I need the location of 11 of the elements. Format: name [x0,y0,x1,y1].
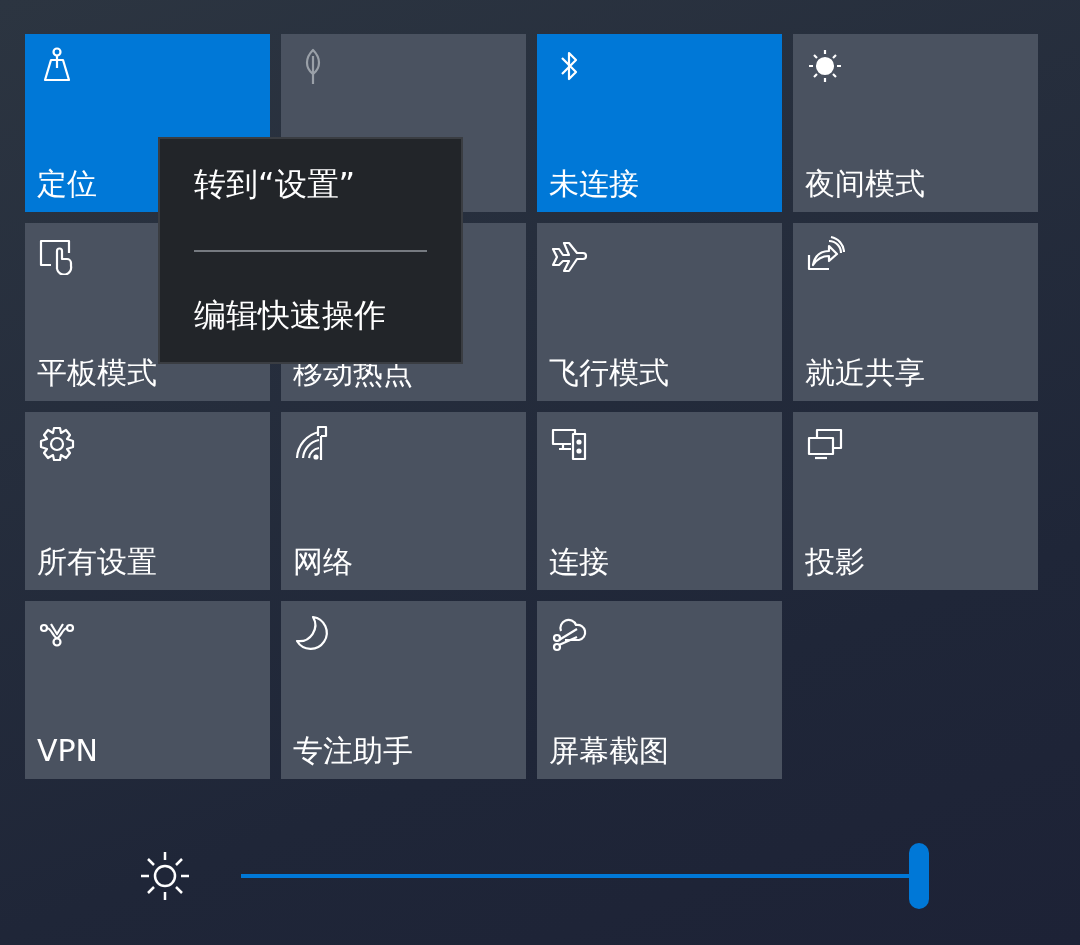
quick-action-tile[interactable]: 屏幕截图 [537,601,782,779]
quick-action-tile[interactable]: VPN [25,601,270,779]
quick-action-tile[interactable]: 未连接 [537,34,782,212]
quick-action-tile[interactable]: 专注助手 [281,601,526,779]
quick-action-tile[interactable]: 投影 [793,412,1038,590]
quick-action-tile[interactable]: 网络 [281,412,526,590]
quick-action-tile[interactable]: 连接 [537,412,782,590]
quick-action-tile[interactable]: 就近共享 [793,223,1038,401]
quick-action-tile[interactable]: 夜间模式 [793,34,1038,212]
quick-action-tile[interactable]: 飞行模式 [537,223,782,401]
quick-action-tile[interactable]: 所有设置 [25,412,270,590]
